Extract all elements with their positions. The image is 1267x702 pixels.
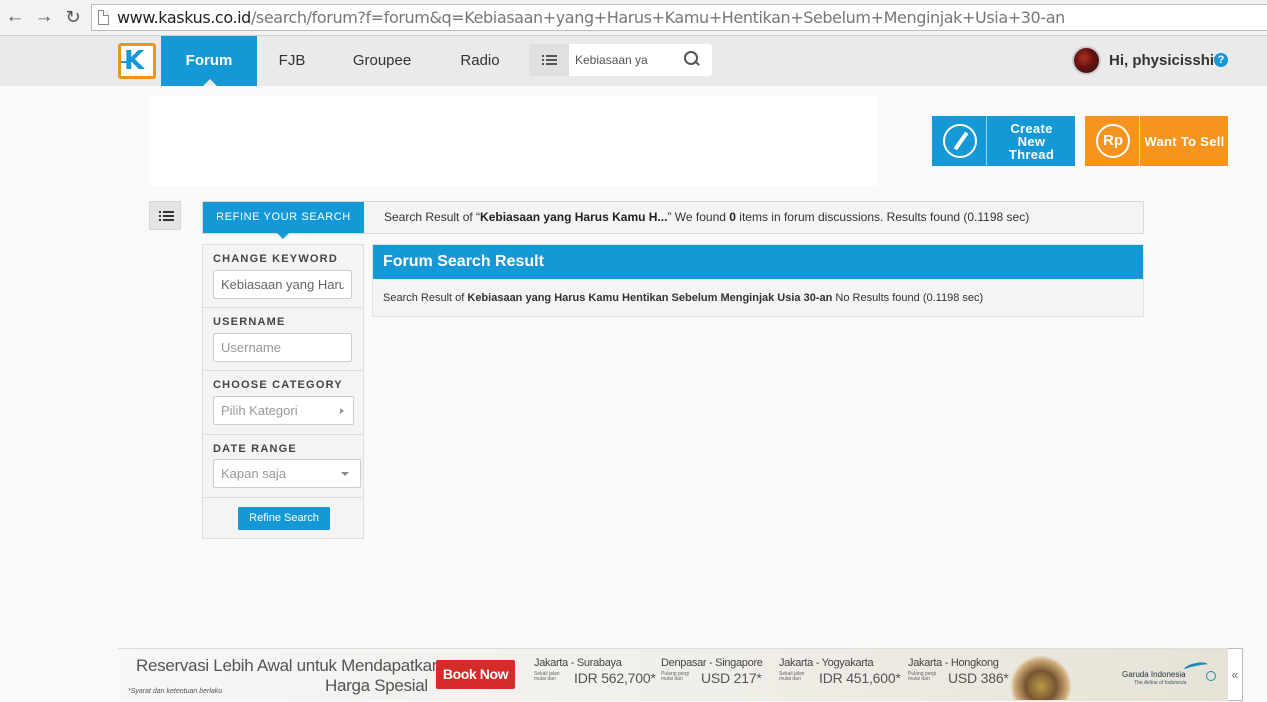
route-item: Jakarta - Hongkong Pulang pergi mulai da… (908, 657, 1009, 686)
keyword-input[interactable] (221, 271, 344, 298)
keyword-field[interactable] (213, 270, 352, 299)
bottom-banner-ad[interactable]: Reservasi Lebih Awal untuk Mendapatkan H… (118, 648, 1228, 701)
result-panel-title: Forum Search Result (373, 245, 1143, 279)
rupiah-icon: Rp (1096, 124, 1130, 158)
search-summary-text: Search Result of “Kebiasaan yang Harus K… (384, 210, 1030, 224)
help-icon[interactable]: ? (1214, 53, 1228, 67)
category-label: CHOOSE CATEGORY (213, 379, 343, 391)
airline-tagline: The Airline of Indonesia (1134, 680, 1187, 686)
username-input[interactable] (221, 334, 344, 361)
route-item: Jakarta - Surabaya Sekali jalan mulai da… (534, 657, 656, 686)
route-fare-note: Sekali jalan mulai dari (779, 671, 805, 682)
date-range-section: DATE RANGE Kapan saja (203, 435, 363, 498)
back-arrow-icon[interactable]: ← (4, 6, 26, 28)
date-range-label: DATE RANGE (213, 443, 297, 455)
banner-collapse-button[interactable]: « (1228, 648, 1243, 701)
avatar[interactable] (1072, 46, 1101, 75)
no-results-text: Search Result of Kebiasaan yang Harus Ka… (383, 292, 984, 304)
url-text: www.kaskus.co.id/search/forum?f=forum&q=… (117, 8, 1065, 27)
kaskus-logo[interactable]: K (118, 43, 156, 79)
chevron-down-icon (341, 472, 349, 476)
banner-subline: Harga Spesial (325, 676, 428, 695)
reload-icon[interactable]: ↻ (62, 6, 84, 28)
banner-note: *Syarat dan ketentuan berlaku (128, 688, 223, 695)
route-price: IDR 451,600* (819, 670, 901, 686)
nav-radio[interactable]: Radio (448, 36, 512, 86)
tab-refine-search[interactable]: REFINE YOUR SEARCH (203, 202, 364, 239)
want-to-sell-button[interactable]: Rp Want To Sell (1085, 116, 1228, 166)
site-header: K Forum FJB Groupee Radio Hi, physicissh… (0, 36, 1267, 86)
search-category-toggle[interactable] (529, 44, 569, 76)
keyword-label: CHANGE KEYWORD (213, 253, 338, 265)
forum-search-result-panel: Forum Search Result Search Result of Keb… (372, 244, 1144, 317)
search-summary-bar: REFINE YOUR SEARCH Search Result of “Keb… (202, 201, 1144, 239)
top-ad-slot (149, 96, 877, 186)
airline-name: Garuda Indonesia (1122, 670, 1186, 679)
route-fare-note: Sekali jalan mulai dari (534, 671, 560, 682)
header-search (529, 44, 712, 76)
list-icon (159, 211, 174, 222)
route-price: IDR 562,700* (574, 670, 656, 686)
search-icon[interactable] (684, 51, 700, 67)
address-bar[interactable]: www.kaskus.co.id/search/forum?f=forum&q=… (91, 4, 1267, 31)
route-name: Denpasar - Singapore (661, 657, 763, 669)
want-to-sell-icon-box: Rp (1085, 116, 1140, 166)
chevron-right-icon (340, 408, 344, 414)
nav-forum[interactable]: Forum (161, 36, 257, 86)
username-section: USERNAME (203, 308, 363, 371)
route-price: USD 386* (948, 670, 1009, 686)
book-now-button[interactable]: Book Now (436, 660, 515, 689)
route-name: Jakarta - Surabaya (534, 657, 622, 669)
list-icon (542, 55, 557, 66)
nav-groupee[interactable]: Groupee (340, 36, 424, 86)
page-icon (98, 10, 109, 25)
route-fare-note: Pulang pergi mulai dari (661, 671, 690, 682)
sidebar-toggle-button[interactable] (149, 201, 181, 230)
category-section: CHOOSE CATEGORY Pilih Kategori (203, 371, 363, 435)
route-fare-note: Pulang pergi mulai dari (908, 671, 937, 682)
refine-filter-panel: CHANGE KEYWORD USERNAME CHOOSE CATEGORY … (202, 244, 364, 539)
route-price: USD 217* (701, 670, 762, 686)
user-greeting[interactable]: Hi, physicisshit (1109, 52, 1219, 69)
browser-toolbar: ← → ↻ www.kaskus.co.id/search/forum?f=fo… (0, 0, 1267, 36)
username-label: USERNAME (213, 316, 286, 328)
keyword-section: CHANGE KEYWORD (203, 245, 363, 308)
want-to-sell-label: Want To Sell (1144, 133, 1225, 149)
route-name: Jakarta - Yogyakarta (779, 657, 874, 669)
date-range-select[interactable]: Kapan saja (213, 459, 361, 488)
forward-arrow-icon[interactable]: → (33, 6, 55, 28)
pencil-icon (943, 124, 977, 158)
username-field[interactable] (213, 333, 352, 362)
route-item: Jakarta - Yogyakarta Sekali jalan mulai … (779, 657, 901, 686)
route-item: Denpasar - Singapore Pulang pergi mulai … (661, 657, 763, 686)
garuda-logo-icon (1183, 660, 1209, 674)
create-thread-label: Create New Thread (1008, 120, 1055, 162)
banner-headline: Reservasi Lebih Awal untuk Mendapatkan (136, 656, 441, 675)
create-thread-button[interactable]: Create New Thread (932, 116, 1075, 166)
skyteam-icon (1206, 671, 1216, 681)
nav-fjb[interactable]: FJB (262, 36, 322, 86)
food-illustration (1011, 654, 1071, 700)
route-name: Jakarta - Hongkong (908, 657, 999, 669)
create-thread-icon-box (932, 116, 987, 166)
refine-search-button[interactable]: Refine Search (238, 507, 330, 530)
header-search-input[interactable] (575, 51, 673, 69)
category-select[interactable]: Pilih Kategori (213, 396, 354, 425)
